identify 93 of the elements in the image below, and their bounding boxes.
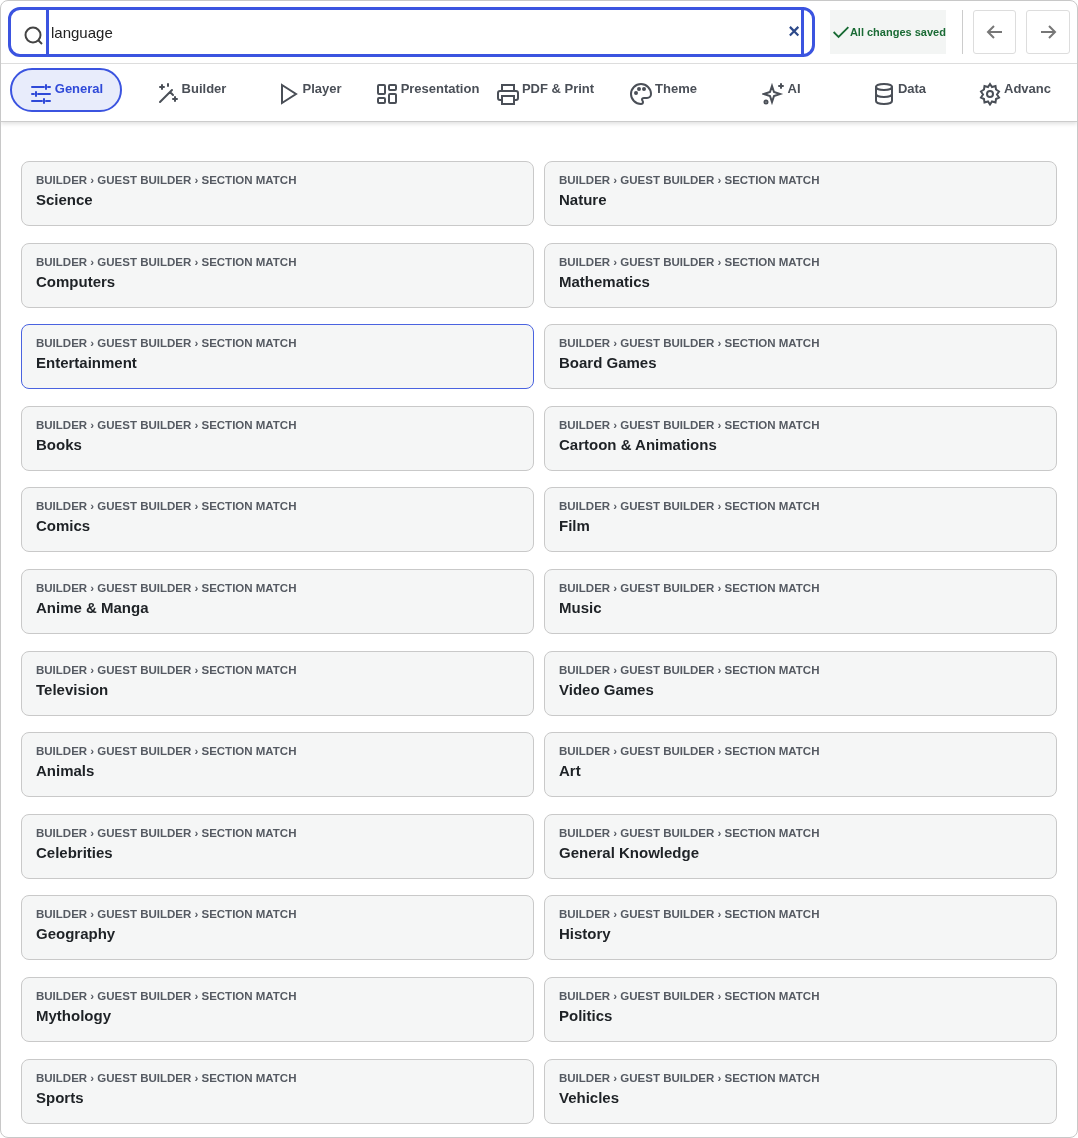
breadcrumb: BUILDER › GUEST BUILDER › SECTION MATCH xyxy=(559,989,821,1002)
breadcrumb: BUILDER › GUEST BUILDER › SECTION MATCH xyxy=(36,255,298,268)
result-title: Nature xyxy=(559,191,608,208)
breadcrumb: BUILDER › GUEST BUILDER › SECTION MATCH xyxy=(559,581,821,594)
clear-button[interactable]: × xyxy=(786,20,802,43)
result-title: Sports xyxy=(36,1088,85,1106)
result-card[interactable]: BUILDER › GUEST BUILDER › SECTION MATCH Art xyxy=(544,732,1057,798)
breadcrumb: BUILDER › GUEST BUILDER › SECTION MATCH xyxy=(36,174,298,186)
palette-icon xyxy=(629,82,654,106)
save-status-text: All changes saved xyxy=(849,26,946,38)
result-card[interactable]: BUILDER › GUEST BUILDER › SECTION MATCH Vehicles xyxy=(544,1058,1057,1124)
result-title: Science xyxy=(36,191,94,208)
result-card[interactable]: BUILDER › GUEST BUILDER › SECTION MATCH General Knowledge xyxy=(544,813,1057,879)
settings-icon xyxy=(978,82,1002,106)
breadcrumb: BUILDER › GUEST BUILDER › SECTION MATCH xyxy=(36,826,298,839)
result-card[interactable]: BUILDER › GUEST BUILDER › SECTION MATCH Science xyxy=(21,161,534,226)
back-button[interactable] xyxy=(972,10,1017,54)
breadcrumb: BUILDER › GUEST BUILDER › SECTION MATCH xyxy=(559,663,821,676)
result-card[interactable]: BUILDER › GUEST BUILDER › SECTION MATCH Cartoon & Animations xyxy=(544,405,1057,471)
result-title: Art xyxy=(559,762,582,780)
result-title: Politics xyxy=(559,1006,614,1024)
breadcrumb: BUILDER › GUEST BUILDER › SECTION MATCH xyxy=(559,337,821,350)
breadcrumb: BUILDER › GUEST BUILDER › SECTION MATCH xyxy=(36,745,298,758)
result-title: Entertainment xyxy=(36,354,138,372)
breadcrumb: BUILDER › GUEST BUILDER › SECTION MATCH xyxy=(36,418,298,431)
result-title: Video Games xyxy=(559,680,655,698)
sliders-icon xyxy=(28,82,53,106)
tab[interactable]: Builder xyxy=(132,68,250,112)
tab[interactable]: AI xyxy=(722,68,840,112)
breadcrumb: BUILDER › GUEST BUILDER › SECTION MATCH xyxy=(559,826,821,839)
result-card[interactable]: BUILDER › GUEST BUILDER › SECTION MATCH Video Games xyxy=(544,650,1057,716)
breadcrumb: BUILDER › GUEST BUILDER › SECTION MATCH xyxy=(559,908,821,921)
search-icon xyxy=(24,26,44,46)
result-card[interactable]: BUILDER › GUEST BUILDER › SECTION MATCH Politics xyxy=(544,976,1057,1042)
result-title: Television xyxy=(36,680,110,698)
tab[interactable]: Data xyxy=(840,68,958,112)
result-card[interactable]: BUILDER › GUEST BUILDER › SECTION MATCH Geography xyxy=(21,895,534,961)
breadcrumb: BUILDER › GUEST BUILDER › SECTION MATCH xyxy=(36,1071,298,1084)
result-title: Computers xyxy=(36,272,117,290)
result-card[interactable]: BUILDER › GUEST BUILDER › SECTION MATCH Celebrities xyxy=(21,813,534,879)
result-title: Cartoon & Animations xyxy=(559,435,718,453)
result-card[interactable]: BUILDER › GUEST BUILDER › SECTION MATCH Film xyxy=(544,487,1057,553)
result-title: Film xyxy=(559,517,591,535)
breadcrumb: BUILDER › GUEST BUILDER › SECTION MATCH xyxy=(36,337,298,350)
tab[interactable]: Advanc xyxy=(958,68,1053,112)
printer-icon xyxy=(495,82,520,106)
result-card[interactable]: BUILDER › GUEST BUILDER › SECTION MATCH Board Games xyxy=(544,324,1057,390)
tab[interactable]: Presentation xyxy=(368,68,486,112)
breadcrumb: BUILDER › GUEST BUILDER › SECTION MATCH xyxy=(36,500,298,513)
result-title: Celebrities xyxy=(36,843,114,861)
result-title: General Knowledge xyxy=(559,843,701,861)
tab[interactable]: Player xyxy=(250,68,368,112)
search-field[interactable]: language × xyxy=(8,7,815,57)
result-title: Mythology xyxy=(36,1006,112,1024)
result-title: Animals xyxy=(36,762,96,780)
result-title: Music xyxy=(559,598,603,616)
breadcrumb: BUILDER › GUEST BUILDER › SECTION MATCH xyxy=(36,989,298,1002)
result-card[interactable]: BUILDER › GUEST BUILDER › SECTION MATCH History xyxy=(544,895,1057,961)
breadcrumb: BUILDER › GUEST BUILDER › SECTION MATCH xyxy=(559,418,821,431)
breadcrumb: BUILDER › GUEST BUILDER › SECTION MATCH xyxy=(36,581,298,594)
breadcrumb: BUILDER › GUEST BUILDER › SECTION MATCH xyxy=(559,500,821,513)
forward-button[interactable] xyxy=(1026,10,1070,54)
tab[interactable]: General xyxy=(10,68,122,112)
breadcrumb: BUILDER › GUEST BUILDER › SECTION MATCH xyxy=(559,1071,821,1084)
result-card[interactable]: BUILDER › GUEST BUILDER › SECTION MATCH Books xyxy=(21,405,534,471)
result-title: Geography xyxy=(36,925,117,943)
tab[interactable]: PDF & Print xyxy=(486,68,604,112)
result-title: History xyxy=(559,925,612,943)
result-card[interactable]: BUILDER › GUEST BUILDER › SECTION MATCH Nature xyxy=(544,161,1057,226)
result-card[interactable]: BUILDER › GUEST BUILDER › SECTION MATCH Music xyxy=(544,568,1057,634)
result-card[interactable]: BUILDER › GUEST BUILDER › SECTION MATCH Comics xyxy=(21,487,534,553)
result-card[interactable]: BUILDER › GUEST BUILDER › SECTION MATCH Animals xyxy=(21,732,534,798)
result-card[interactable]: BUILDER › GUEST BUILDER › SECTION MATCH Entertainment xyxy=(21,324,534,390)
breadcrumb: BUILDER › GUEST BUILDER › SECTION MATCH xyxy=(36,908,298,921)
result-card[interactable]: BUILDER › GUEST BUILDER › SECTION MATCH Mathematics xyxy=(544,242,1057,308)
breadcrumb: BUILDER › GUEST BUILDER › SECTION MATCH xyxy=(559,745,821,758)
result-title: Anime & Manga xyxy=(36,598,150,616)
result-card[interactable]: BUILDER › GUEST BUILDER › SECTION MATCH Television xyxy=(21,650,534,716)
result-card[interactable]: BUILDER › GUEST BUILDER › SECTION MATCH Computers xyxy=(21,242,534,308)
tab[interactable]: Theme xyxy=(604,68,722,112)
result-card[interactable]: BUILDER › GUEST BUILDER › SECTION MATCH Anime & Manga xyxy=(21,568,534,634)
result-title: Mathematics xyxy=(559,272,651,290)
result-title: Vehicles xyxy=(559,1088,621,1106)
sparkle-icon xyxy=(761,82,786,106)
result-card[interactable]: BUILDER › GUEST BUILDER › SECTION MATCH Mythology xyxy=(21,976,534,1042)
result-title: Board Games xyxy=(559,354,658,372)
layout-icon xyxy=(374,82,399,106)
result-title: Comics xyxy=(36,517,92,535)
result-card[interactable]: BUILDER › GUEST BUILDER › SECTION MATCH Sports xyxy=(21,1058,534,1124)
result-title: Books xyxy=(36,435,83,453)
breadcrumb: BUILDER › GUEST BUILDER › SECTION MATCH xyxy=(559,255,821,268)
breadcrumb: BUILDER › GUEST BUILDER › SECTION MATCH xyxy=(559,174,821,186)
breadcrumb: BUILDER › GUEST BUILDER › SECTION MATCH xyxy=(36,663,298,676)
